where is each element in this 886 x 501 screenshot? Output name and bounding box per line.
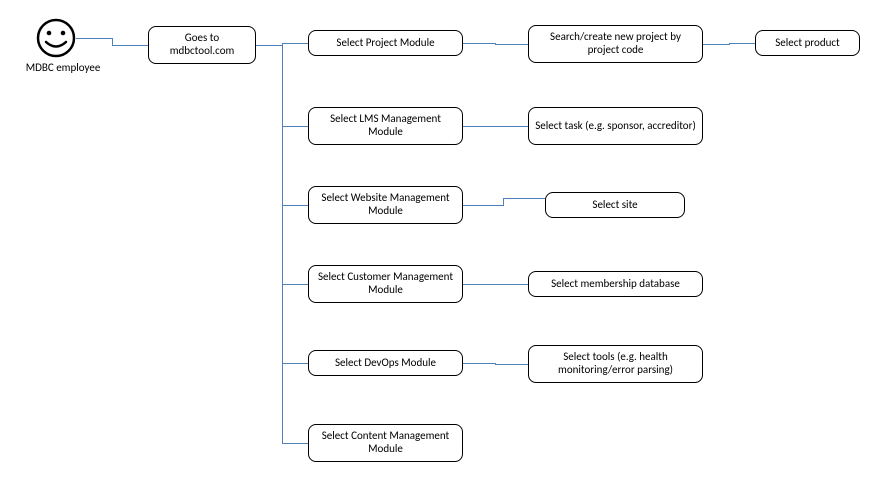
connector <box>463 126 528 127</box>
node-devops-next: Select tools (e.g. health monitoring/err… <box>528 345 703 383</box>
actor-label: MDBC employee <box>18 62 108 74</box>
node-goes-to-site: Goes to mdbctool.com <box>148 26 256 64</box>
node-text: Goes to mdbctool.com <box>155 32 249 57</box>
connector <box>729 43 755 44</box>
node-text: Select DevOps Module <box>335 357 436 370</box>
connector <box>463 43 495 44</box>
node-text: Select LMS Management Module <box>315 113 456 138</box>
node-text: Select product <box>775 37 839 50</box>
connector <box>112 45 148 46</box>
node-project-module: Select Project Module <box>308 30 463 56</box>
connector <box>503 198 504 206</box>
connector <box>495 44 528 45</box>
connector <box>463 205 503 206</box>
node-text: Select membership database <box>551 278 680 291</box>
connector <box>282 205 308 206</box>
node-select-product: Select product <box>755 30 860 56</box>
diagram-canvas: MDBC employee Goes to mdbctool.com Selec… <box>0 0 886 501</box>
connector <box>282 284 308 285</box>
connector-spine <box>282 45 283 443</box>
node-text: Select site <box>592 199 637 212</box>
node-content-module: Select Content Management Module <box>308 424 463 462</box>
connector <box>463 363 495 364</box>
connector <box>112 38 113 45</box>
node-text: Select Project Module <box>336 37 434 50</box>
actor-icon <box>36 18 76 58</box>
node-devops-module: Select DevOps Module <box>308 350 463 376</box>
node-lms-module: Select LMS Management Module <box>308 107 463 145</box>
node-project-next: Search/create new project by project cod… <box>528 25 703 63</box>
connector <box>463 284 528 285</box>
node-website-module: Select Website Management Module <box>308 186 463 224</box>
node-customer-next: Select membership database <box>528 271 703 297</box>
connector <box>495 364 528 365</box>
connector <box>256 45 282 46</box>
node-lms-next: Select task (e.g. sponsor, accreditor) <box>528 107 703 145</box>
connector <box>282 43 308 44</box>
node-website-next: Select site <box>545 192 685 218</box>
node-text: Select Website Management Module <box>315 192 456 217</box>
node-text: Search/create new project by project cod… <box>535 31 696 56</box>
connector <box>703 44 729 45</box>
node-text: Select Content Management Module <box>315 430 456 455</box>
connector <box>282 363 308 364</box>
node-customer-module: Select Customer Management Module <box>308 265 463 303</box>
connector <box>282 443 308 444</box>
node-text: Select task (e.g. sponsor, accreditor) <box>535 120 696 133</box>
connector <box>503 198 545 199</box>
connector <box>76 38 112 39</box>
node-text: Select tools (e.g. health monitoring/err… <box>535 351 696 376</box>
node-text: Select Customer Management Module <box>315 271 456 296</box>
connector <box>282 126 308 127</box>
